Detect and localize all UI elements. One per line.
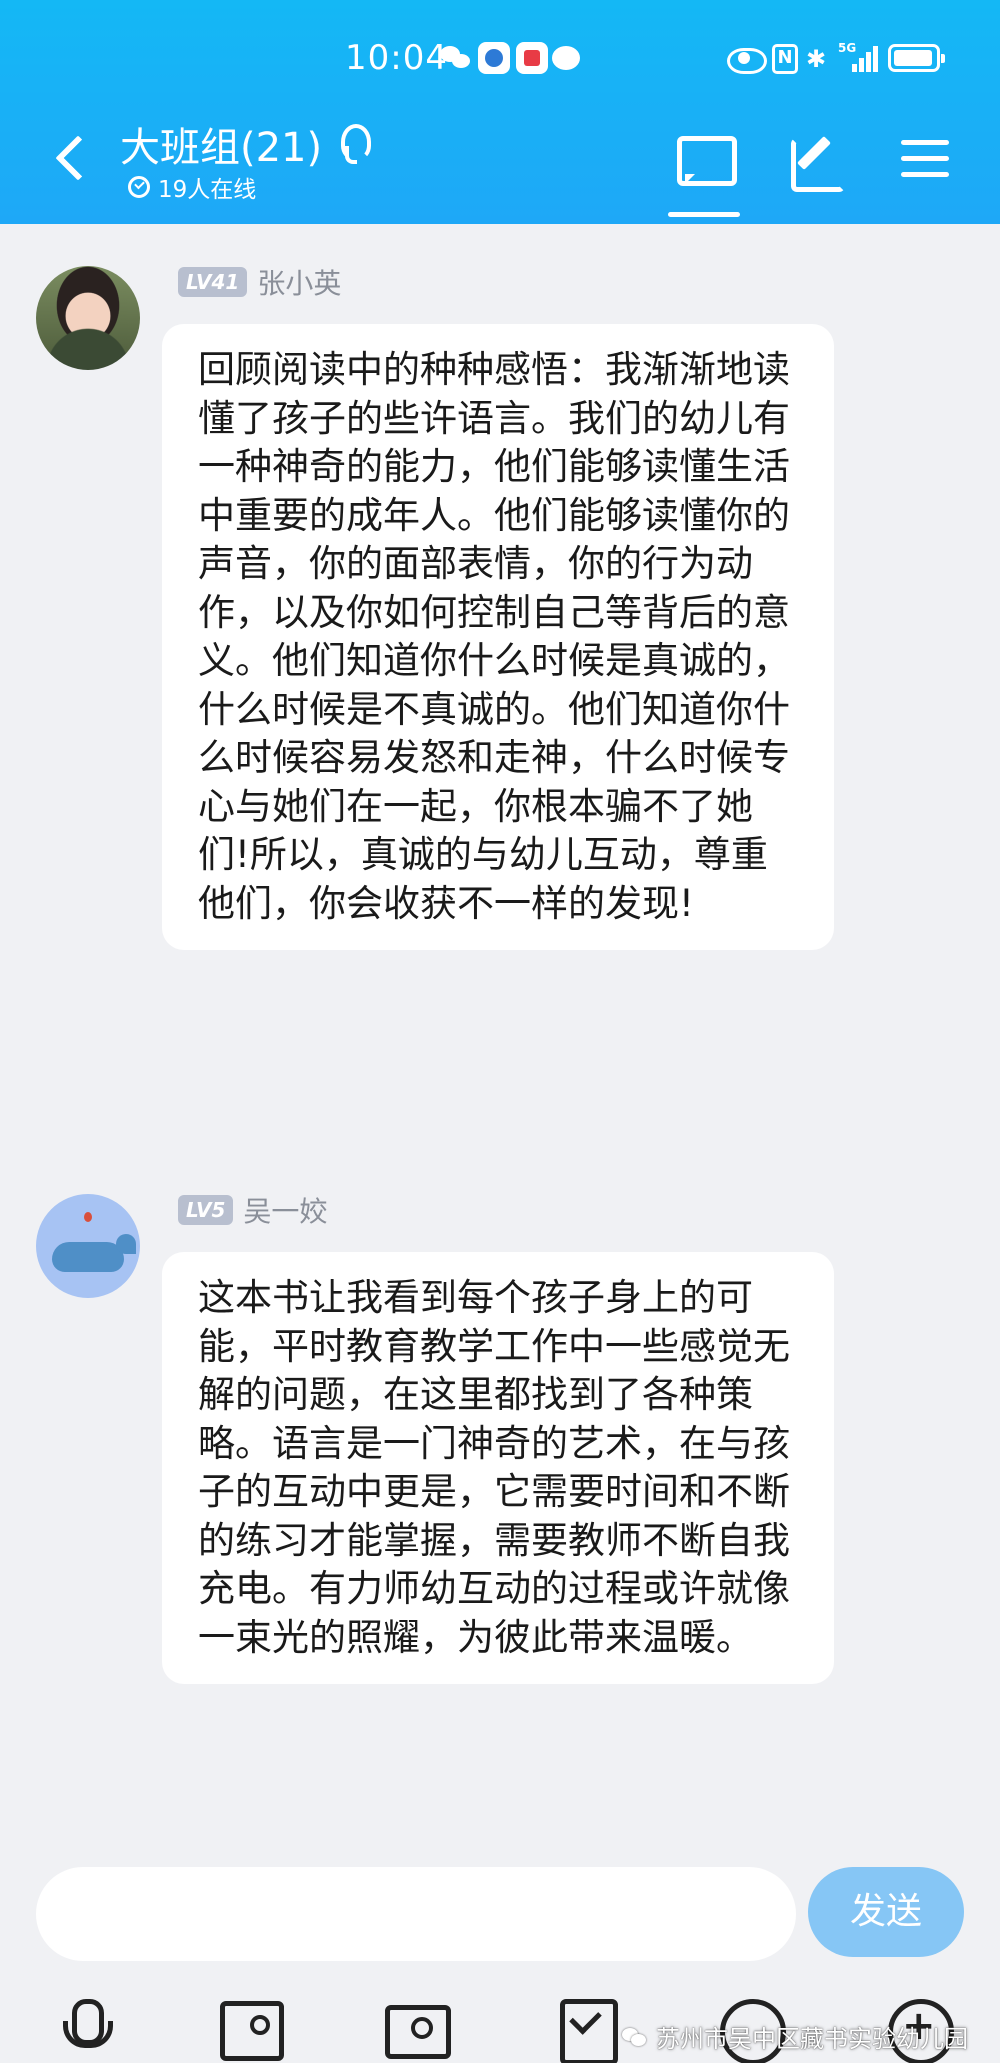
message-bubble[interactable]: 这本书让我看到每个孩子身上的可能，平时教育教学工作中一些感觉无解的问题，在这里都… [162, 1252, 834, 1684]
active-tab-indicator [668, 212, 740, 217]
file-icon[interactable] [556, 1999, 618, 2063]
message-bubble[interactable]: 回顾阅读中的种种感悟：我渐渐地读懂了孩子的些许语言。我们的幼儿有一种神奇的能力，… [162, 324, 834, 950]
app-icon-red [516, 42, 548, 74]
message-input[interactable] [36, 1867, 796, 1961]
online-check-icon [128, 176, 150, 198]
online-status[interactable]: 19人在线 [128, 170, 256, 204]
menu-icon[interactable] [897, 130, 957, 190]
send-button[interactable]: 发送 [808, 1867, 964, 1957]
app-icon [478, 42, 510, 74]
bluetooth-icon: ✱ [806, 45, 827, 73]
chat-header: 10:04 N ✱ 5G 大班组(21) 19人在线 [0, 0, 1000, 224]
avatar[interactable] [36, 1194, 140, 1298]
watermark-text: 苏州市吴中区藏书实验幼儿园 [656, 2025, 968, 2053]
sender-name[interactable]: 张小英 [257, 262, 341, 302]
level-badge: LV5 [178, 1195, 234, 1225]
group-title: 大班组(21) [120, 125, 323, 171]
avatar[interactable] [36, 266, 140, 370]
sender-row: LV41 张小英 [178, 262, 341, 302]
nfc-icon: N [772, 44, 798, 74]
network-label: 5G [838, 41, 857, 55]
status-time: 10:04 [345, 38, 448, 78]
chat-bubble-icon [552, 46, 580, 70]
online-count: 19人在线 [158, 177, 257, 203]
ear-icon[interactable] [335, 122, 371, 164]
whale-icon [52, 1234, 136, 1272]
camera-icon[interactable] [385, 1999, 451, 2059]
sender-name[interactable]: 吴一姣 [243, 1190, 327, 1230]
microphone-icon[interactable] [55, 1999, 113, 2057]
edit-icon[interactable] [787, 130, 847, 192]
eye-icon [727, 44, 767, 74]
input-toolbar: 苏州市吴中区藏书实验幼儿园 [0, 1985, 1000, 2063]
status-bar: 10:04 N ✱ 5G [0, 30, 1000, 90]
input-area: 发送 苏州市吴中区藏书实验幼儿园 [0, 1845, 1000, 2063]
wechat-icon [440, 42, 472, 74]
battery-icon [888, 44, 945, 72]
chat-icon[interactable] [673, 130, 737, 190]
whale-spout [84, 1212, 92, 1222]
signal-5g-icon: 5G [838, 41, 878, 74]
level-badge: LV41 [178, 267, 248, 297]
wechat-icon [622, 2026, 648, 2048]
image-icon[interactable] [220, 1999, 284, 2061]
back-icon[interactable] [50, 130, 100, 190]
watermark: 苏州市吴中区藏书实验幼儿园 [622, 2019, 968, 2054]
sender-row: LV5 吴一姣 [178, 1190, 327, 1230]
